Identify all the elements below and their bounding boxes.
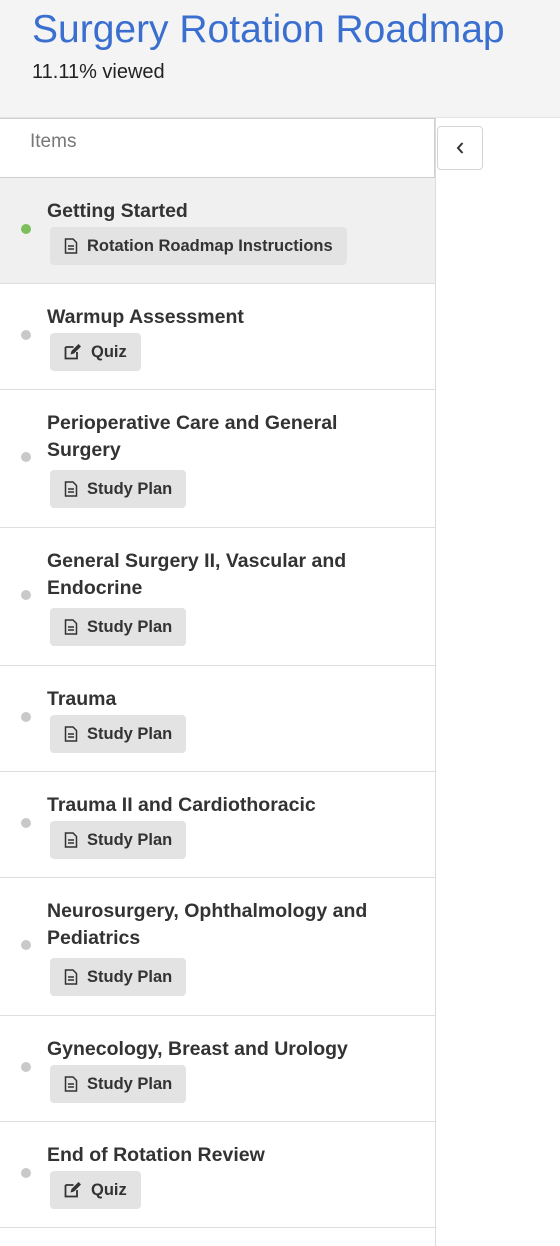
badge-label: Rotation Roadmap Instructions xyxy=(87,236,333,255)
document-icon xyxy=(64,726,78,742)
item-title: Gynecology, Breast and Urology xyxy=(47,1038,348,1060)
badge-label: Study Plan xyxy=(87,967,173,986)
item-badge[interactable]: Study Plan xyxy=(50,715,187,753)
item-title: Getting Started xyxy=(47,200,188,222)
items-sidebar: Items Getting Started Rotation Roadmap I… xyxy=(0,118,436,1246)
item-badge[interactable]: Study Plan xyxy=(50,608,187,646)
list-item[interactable]: End of Rotation Review Quiz xyxy=(0,1122,435,1228)
badge-label: Quiz xyxy=(91,342,127,361)
document-icon xyxy=(64,969,78,985)
item-title: Trauma xyxy=(47,688,117,710)
badge-label: Study Plan xyxy=(87,479,173,498)
list-item[interactable]: Getting Started Rotation Roadmap Instruc… xyxy=(0,178,435,284)
page-title: Surgery Rotation Roadmap xyxy=(32,8,505,51)
item-title: General Surgery II, Vascular and Endocri… xyxy=(47,550,347,599)
edit-icon xyxy=(64,344,81,360)
list-item[interactable]: Warmup Assessment Quiz xyxy=(0,284,435,390)
list-item[interactable]: Neurosurgery, Ophthalmology and Pediatri… xyxy=(0,878,435,1016)
item-badge[interactable]: Rotation Roadmap Instructions xyxy=(50,227,347,265)
item-badge[interactable]: Study Plan xyxy=(50,821,187,859)
list-item[interactable]: Trauma Study Plan xyxy=(0,666,435,772)
item-title: Warmup Assessment xyxy=(47,306,244,328)
item-title: Neurosurgery, Ophthalmology and Pediatri… xyxy=(47,900,368,949)
item-badge[interactable]: Study Plan xyxy=(50,1065,187,1103)
chevron-left-icon xyxy=(456,142,464,154)
badge-label: Quiz xyxy=(91,1180,127,1199)
badge-label: Study Plan xyxy=(87,724,173,743)
document-icon xyxy=(64,1076,78,1092)
status-dot xyxy=(21,224,31,234)
status-dot xyxy=(21,330,31,340)
status-dot xyxy=(21,1168,31,1178)
item-title: Perioperative Care and General Surgery xyxy=(47,412,338,461)
document-icon xyxy=(64,481,78,497)
item-badge[interactable]: Quiz xyxy=(50,1171,141,1209)
status-dot xyxy=(21,940,31,950)
document-icon xyxy=(64,238,78,254)
item-badge[interactable]: Study Plan xyxy=(50,470,187,508)
status-dot xyxy=(21,712,31,722)
item-title: End of Rotation Review xyxy=(47,1144,265,1166)
item-title: Trauma II and Cardiothoracic xyxy=(47,794,316,816)
progress-text: 11.11% viewed xyxy=(32,61,165,83)
status-dot xyxy=(21,1062,31,1072)
status-dot xyxy=(21,452,31,462)
status-dot xyxy=(21,590,31,600)
badge-label: Study Plan xyxy=(87,830,173,849)
list-item[interactable]: Gynecology, Breast and Urology Study Pla… xyxy=(0,1016,435,1122)
status-dot xyxy=(21,818,31,828)
badge-label: Study Plan xyxy=(87,617,173,636)
document-icon xyxy=(64,619,78,635)
page-header: Surgery Rotation Roadmap 11.11% viewed xyxy=(0,0,560,118)
badge-label: Study Plan xyxy=(87,1074,173,1093)
item-badge[interactable]: Study Plan xyxy=(50,958,187,996)
list-item[interactable]: Perioperative Care and General Surgery S… xyxy=(0,390,435,528)
document-icon xyxy=(64,832,78,848)
collapse-sidebar-button[interactable] xyxy=(437,126,483,170)
item-badge[interactable]: Quiz xyxy=(50,333,141,371)
list-item[interactable]: General Surgery II, Vascular and Endocri… xyxy=(0,528,435,666)
edit-icon xyxy=(64,1182,81,1198)
items-header: Items xyxy=(0,118,435,178)
list-item[interactable]: Trauma II and Cardiothoracic Study Plan xyxy=(0,772,435,878)
